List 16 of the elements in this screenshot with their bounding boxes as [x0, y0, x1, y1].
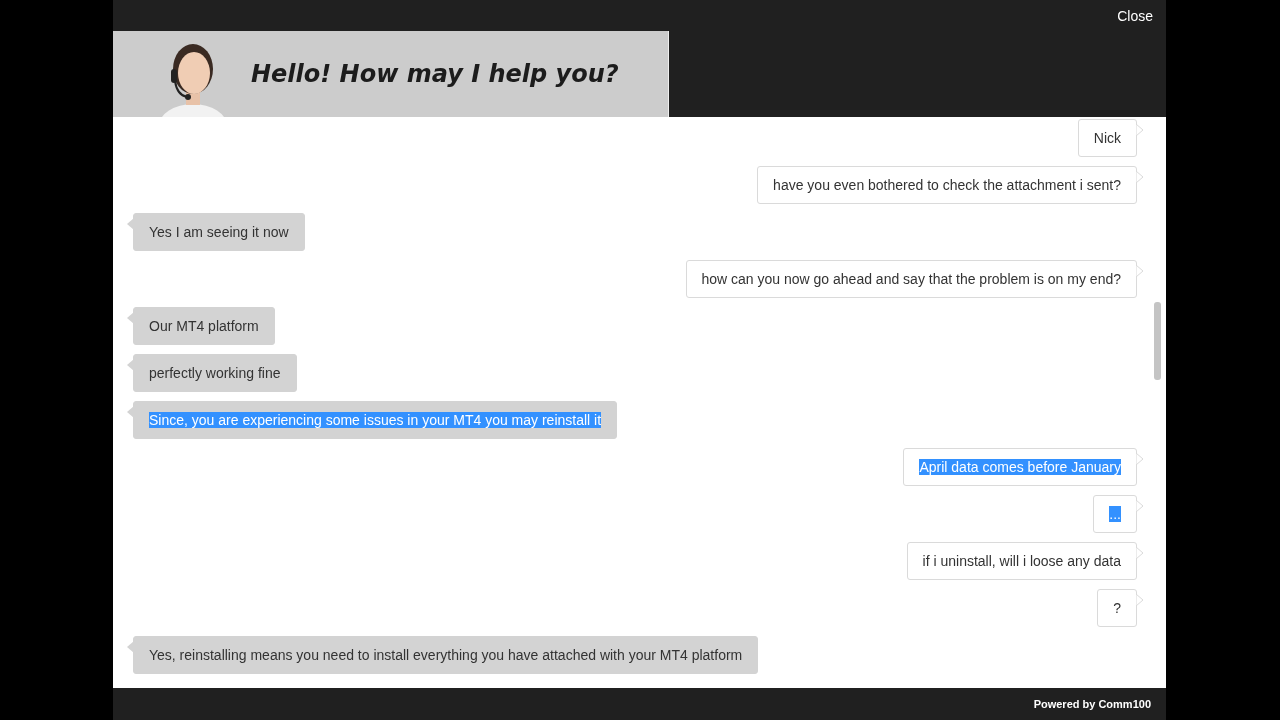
powered-by-text: Powered by Comm100 — [1033, 698, 1151, 710]
bubble-tail-icon — [1136, 500, 1143, 512]
greeting-text: Hello! How may I help you? — [251, 60, 619, 88]
bubble-tail-icon — [127, 406, 134, 418]
bubble-tail-icon — [127, 218, 134, 230]
bubble-tail-icon — [1136, 171, 1143, 183]
bubble-tail-icon — [1136, 124, 1143, 136]
scrollbar[interactable] — [1154, 302, 1161, 380]
bubble-tail-icon — [1136, 547, 1143, 559]
bubble-tail-icon — [1136, 594, 1143, 606]
bubble-tail-icon — [127, 359, 134, 371]
bubble-tail-icon — [1136, 453, 1143, 465]
bubble-tail-icon — [127, 641, 134, 653]
close-button[interactable]: Close — [1117, 7, 1153, 24]
bubble-tail-icon — [127, 312, 134, 324]
bubble-tail-icon — [1136, 265, 1143, 277]
